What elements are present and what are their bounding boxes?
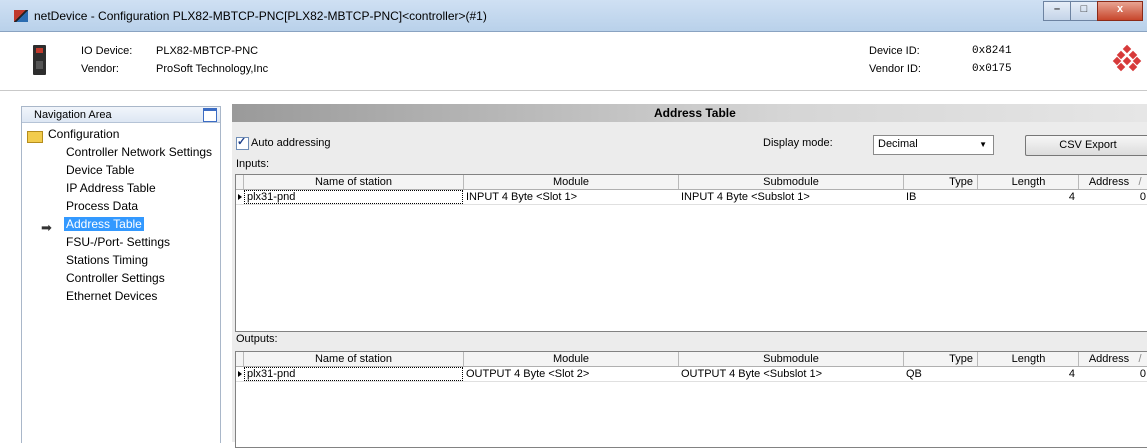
io-device-value: PLX82-MBTCP-PNC: [156, 45, 259, 57]
window-controls: – □ x: [1043, 1, 1143, 21]
inputs-table-header: Name of station Module Submodule Type Le…: [236, 175, 1147, 190]
col-name-of-station[interactable]: Name of station: [244, 175, 464, 189]
display-mode-label: Display mode:: [763, 137, 833, 149]
close-button[interactable]: x: [1097, 1, 1143, 21]
device-id-value: 0x8241: [972, 45, 1012, 57]
nav-item-address-table[interactable]: Address Table: [64, 217, 144, 231]
col-module[interactable]: Module: [464, 175, 679, 189]
app-icon: [14, 10, 28, 22]
auto-addressing-checkbox[interactable]: [236, 135, 249, 150]
device-id-label: Device ID:: [869, 45, 920, 57]
col-submodule[interactable]: Submodule: [679, 352, 904, 366]
inputs-label: Inputs:: [236, 158, 270, 170]
outputs-table-header: Name of station Module Submodule Type Le…: [236, 352, 1147, 367]
window-title: netDevice - Configuration PLX82-MBTCP-PN…: [34, 9, 487, 23]
navigation-area: Navigation Area Configuration Controller…: [21, 106, 221, 443]
table-row[interactable]: plx31-pnd OUTPUT 4 Byte <Slot 2> OUTPUT …: [236, 367, 1147, 382]
col-module[interactable]: Module: [464, 352, 679, 366]
row-selector-header: [236, 352, 244, 366]
table-row[interactable]: plx31-pnd INPUT 4 Byte <Slot 1> INPUT 4 …: [236, 190, 1147, 205]
row-pointer-icon: [238, 371, 242, 377]
nav-item-process-data[interactable]: Process Data: [66, 199, 138, 213]
cell-address: 0: [1139, 191, 1146, 203]
col-type[interactable]: Type: [904, 352, 978, 366]
nav-item-stations-timing[interactable]: Stations Timing: [66, 253, 148, 267]
cell-module: INPUT 4 Byte <Slot 1>: [466, 191, 578, 203]
row-selector-header: [236, 175, 244, 189]
col-length[interactable]: Length: [979, 175, 1079, 189]
col-submodule[interactable]: Submodule: [679, 175, 904, 189]
navigation-title: Navigation Area: [34, 109, 112, 121]
maximize-button[interactable]: □: [1070, 1, 1098, 21]
col-type[interactable]: Type: [904, 175, 978, 189]
col-address[interactable]: Address: [1079, 352, 1139, 366]
maximize-icon: □: [1080, 3, 1088, 15]
vendor-value: ProSoft Technology,Inc: [156, 63, 269, 75]
close-icon: x: [1116, 3, 1124, 15]
col-sort-icon: /: [1138, 176, 1142, 188]
nav-item-controller-network-settings[interactable]: Controller Network Settings: [66, 145, 212, 159]
cell-module: OUTPUT 4 Byte <Slot 2>: [466, 368, 590, 380]
chevron-down-icon: ▼: [979, 140, 987, 149]
col-sort-icon: /: [1138, 353, 1142, 365]
title-bar: netDevice - Configuration PLX82-MBTCP-PN…: [0, 0, 1147, 32]
minimize-icon: –: [1053, 3, 1061, 15]
navigation-header: Navigation Area: [22, 107, 220, 123]
cell-type: QB: [906, 368, 922, 380]
vendor-id-value: 0x0175: [972, 63, 1012, 75]
col-address[interactable]: Address: [1079, 175, 1139, 189]
cell-length: 4: [1068, 191, 1075, 203]
col-length[interactable]: Length: [979, 352, 1079, 366]
cell-submodule: INPUT 4 Byte <Subslot 1>: [681, 191, 810, 203]
csv-export-button[interactable]: CSV Export: [1025, 135, 1147, 156]
cell-type: IB: [906, 191, 917, 203]
cell-length: 4: [1068, 368, 1075, 380]
nav-root-configuration[interactable]: Configuration: [48, 127, 119, 141]
device-header: IO Device: PLX82-MBTCP-PNC Vendor: ProSo…: [0, 32, 1147, 91]
minimize-button[interactable]: –: [1043, 1, 1071, 21]
outputs-table[interactable]: Name of station Module Submodule Type Le…: [235, 351, 1147, 448]
io-device-label: IO Device:: [81, 45, 133, 57]
panel-title: Address Table: [654, 106, 736, 120]
nav-item-ip-address-table[interactable]: IP Address Table: [66, 181, 156, 195]
nav-item-controller-settings[interactable]: Controller Settings: [66, 271, 165, 285]
nav-item-fsu-port-settings[interactable]: FSU-/Port- Settings: [66, 235, 170, 249]
inputs-table[interactable]: Name of station Module Submodule Type Le…: [235, 174, 1147, 332]
vendor-label: Vendor:: [81, 63, 119, 75]
restore-icon[interactable]: [203, 108, 217, 122]
panel-header: Address Table: [232, 104, 1147, 122]
display-mode-select[interactable]: Decimal ▼: [873, 135, 994, 155]
auto-addressing-label: Auto addressing: [251, 137, 331, 149]
cell-address: 0: [1139, 368, 1146, 380]
nav-item-ethernet-devices[interactable]: Ethernet Devices: [66, 289, 157, 303]
nav-item-device-table[interactable]: Device Table: [66, 163, 134, 177]
address-table-panel: Address Table Auto addressing Display mo…: [232, 104, 1147, 448]
cell-station[interactable]: plx31-pnd: [244, 190, 463, 204]
hilscher-logo-icon: [1112, 44, 1142, 72]
cell-station[interactable]: plx31-pnd: [244, 367, 463, 381]
vendor-id-label: Vendor ID:: [869, 63, 921, 75]
device-icon: [33, 45, 46, 75]
col-name-of-station[interactable]: Name of station: [244, 352, 464, 366]
folder-icon: [27, 131, 43, 143]
current-page-arrow-icon: ➡: [41, 220, 52, 235]
cell-submodule: OUTPUT 4 Byte <Subslot 1>: [681, 368, 823, 380]
row-pointer-icon: [238, 194, 242, 200]
outputs-label: Outputs:: [236, 333, 278, 345]
display-mode-value: Decimal: [878, 138, 918, 150]
